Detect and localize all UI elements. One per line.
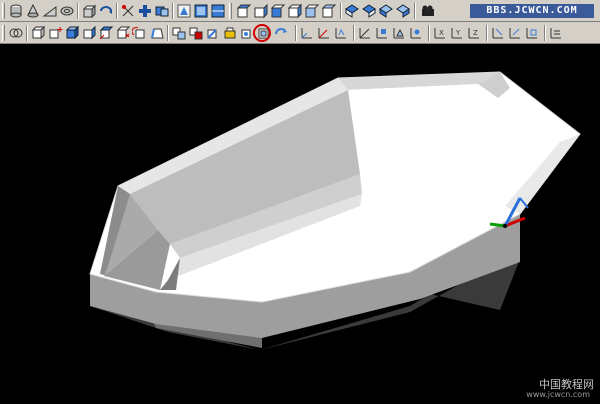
- ucs-icon[interactable]: [333, 25, 349, 41]
- move-faces-icon[interactable]: [81, 25, 97, 41]
- interfere-icon[interactable]: [154, 3, 170, 19]
- svg-text:X: X: [439, 29, 444, 37]
- delete-faces-icon[interactable]: [115, 25, 131, 41]
- view-bottom-icon[interactable]: [252, 3, 268, 19]
- iso-nw-icon[interactable]: [395, 3, 411, 19]
- toolbar-grip[interactable]: [2, 25, 5, 41]
- ucs-manager-icon[interactable]: [548, 25, 564, 41]
- camera-icon[interactable]: [420, 3, 436, 19]
- section-icon[interactable]: [137, 3, 153, 19]
- torus-icon[interactable]: [59, 3, 75, 19]
- view-front-icon[interactable]: [303, 3, 319, 19]
- ucs-zaxis-icon[interactable]: Y: [449, 25, 465, 41]
- ucs-x-icon[interactable]: [490, 25, 506, 41]
- svg-text:Z: Z: [473, 29, 478, 37]
- toolbar-row-1: BBS.JCWCN.COM: [0, 0, 600, 22]
- ucs-face-icon[interactable]: [391, 25, 407, 41]
- check-icon[interactable]: [316, 25, 332, 41]
- copy-faces-icon[interactable]: [171, 25, 187, 41]
- view-left-icon[interactable]: [269, 3, 285, 19]
- iso-se-icon[interactable]: [361, 3, 377, 19]
- highlight-circle: [253, 24, 271, 42]
- extrude-faces-icon[interactable]: [64, 25, 80, 41]
- iso-ne-icon[interactable]: [378, 3, 394, 19]
- toolbar-grip[interactable]: [229, 3, 232, 19]
- model-viewport[interactable]: 中国教程网 www.jcwcn.com: [0, 44, 600, 400]
- extrude-icon[interactable]: [81, 3, 97, 19]
- taper-faces-icon[interactable]: [149, 25, 165, 41]
- revolve-icon[interactable]: [98, 3, 114, 19]
- cone-icon[interactable]: [25, 3, 41, 19]
- copy-edges-icon[interactable]: [205, 25, 221, 41]
- rotate-faces-icon[interactable]: [132, 25, 148, 41]
- watermark-banner: BBS.JCWCN.COM: [470, 4, 594, 18]
- scene-icon[interactable]: [210, 3, 226, 19]
- ucs-y-icon[interactable]: [507, 25, 523, 41]
- boat-model: [89, 71, 581, 350]
- intersect-icon[interactable]: [47, 25, 63, 41]
- render-icon[interactable]: [193, 3, 209, 19]
- ucs-world-icon[interactable]: [357, 25, 373, 41]
- union-icon[interactable]: [8, 25, 24, 41]
- view-top-icon[interactable]: [235, 3, 251, 19]
- wedge-icon[interactable]: [42, 3, 58, 19]
- shade-icon[interactable]: [176, 3, 192, 19]
- ucs-3point-icon[interactable]: Z: [466, 25, 482, 41]
- view-right-icon[interactable]: [286, 3, 302, 19]
- toolbar-grip[interactable]: [2, 3, 5, 19]
- ucs-view-icon[interactable]: [408, 25, 424, 41]
- shell-icon[interactable]: [299, 25, 315, 41]
- toolbar-row-2: X Y Z: [0, 22, 600, 44]
- iso-sw-icon[interactable]: [344, 3, 360, 19]
- subtract-icon[interactable]: [30, 25, 46, 41]
- ucs-object-icon[interactable]: [374, 25, 390, 41]
- ucs-z-icon[interactable]: [524, 25, 540, 41]
- slice-icon[interactable]: [120, 3, 136, 19]
- separate-icon[interactable]: [273, 25, 289, 41]
- color-faces-icon[interactable]: [188, 25, 204, 41]
- svg-text:Y: Y: [455, 29, 461, 37]
- offset-faces-icon[interactable]: [98, 25, 114, 41]
- ucs-origin-icon[interactable]: X: [432, 25, 448, 41]
- watermark-footer-url: www.jcwcn.com: [526, 390, 590, 399]
- cylinder-icon[interactable]: [8, 3, 24, 19]
- color-edges-icon[interactable]: [222, 25, 238, 41]
- view-back-icon[interactable]: [320, 3, 336, 19]
